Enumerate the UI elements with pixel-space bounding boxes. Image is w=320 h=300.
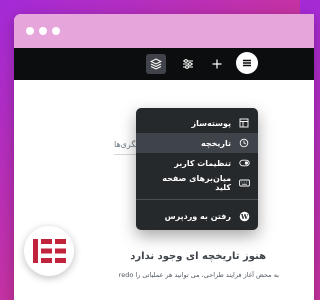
menu-item-user-preferences[interactable]: تنظیمات کاربر bbox=[136, 153, 258, 173]
site-settings-button[interactable] bbox=[178, 54, 198, 74]
menu-item-exit-to-wordpress[interactable]: W رفتن به وردپرس bbox=[136, 206, 258, 226]
empty-history-title: هنوز تاریخچه ای وجود ندارد bbox=[130, 251, 266, 262]
window-titlebar bbox=[14, 14, 314, 48]
add-element-button[interactable] bbox=[207, 54, 227, 74]
window-dot-1 bbox=[26, 27, 34, 35]
structure-button[interactable] bbox=[146, 54, 166, 74]
menu-item-label: تاریخچه bbox=[201, 138, 231, 148]
menu-item-keyboard-shortcuts[interactable]: میان‌برهای صفحه کلید bbox=[136, 173, 258, 193]
menu-item-label: رفتن به وردپرس bbox=[164, 211, 231, 221]
menu-item-label: تنظیمات کاربر bbox=[174, 158, 231, 168]
keyboard-icon bbox=[238, 177, 250, 189]
menu-item-label: پوسته‌ساز bbox=[191, 118, 231, 128]
menu-icon bbox=[243, 59, 251, 67]
sliders-icon bbox=[183, 59, 193, 69]
main-menu-dropdown: پوسته‌ساز تاریخچه تنظیما bbox=[136, 108, 258, 230]
plus-icon bbox=[212, 59, 222, 69]
toggle-icon bbox=[238, 157, 250, 169]
svg-text:W: W bbox=[239, 212, 248, 220]
menu-item-label: میان‌برهای صفحه کلید bbox=[162, 174, 232, 192]
layers-icon bbox=[150, 58, 162, 70]
history-icon bbox=[238, 137, 250, 149]
elementor-logo-icon bbox=[33, 239, 66, 263]
theme-builder-icon bbox=[238, 117, 250, 129]
wordpress-icon: W bbox=[238, 210, 250, 222]
panel-tab-label[interactable]: نگری‌ها bbox=[114, 140, 138, 149]
menu-item-history[interactable]: تاریخچه bbox=[136, 133, 258, 153]
window-dot-3 bbox=[52, 27, 60, 35]
elementor-logo bbox=[24, 226, 74, 276]
main-menu-button[interactable] bbox=[236, 52, 258, 74]
window-dot-2 bbox=[39, 27, 47, 35]
menu-divider bbox=[136, 199, 258, 200]
editor-top-bar bbox=[14, 48, 314, 80]
menu-item-theme-builder[interactable]: پوسته‌ساز bbox=[136, 113, 258, 133]
